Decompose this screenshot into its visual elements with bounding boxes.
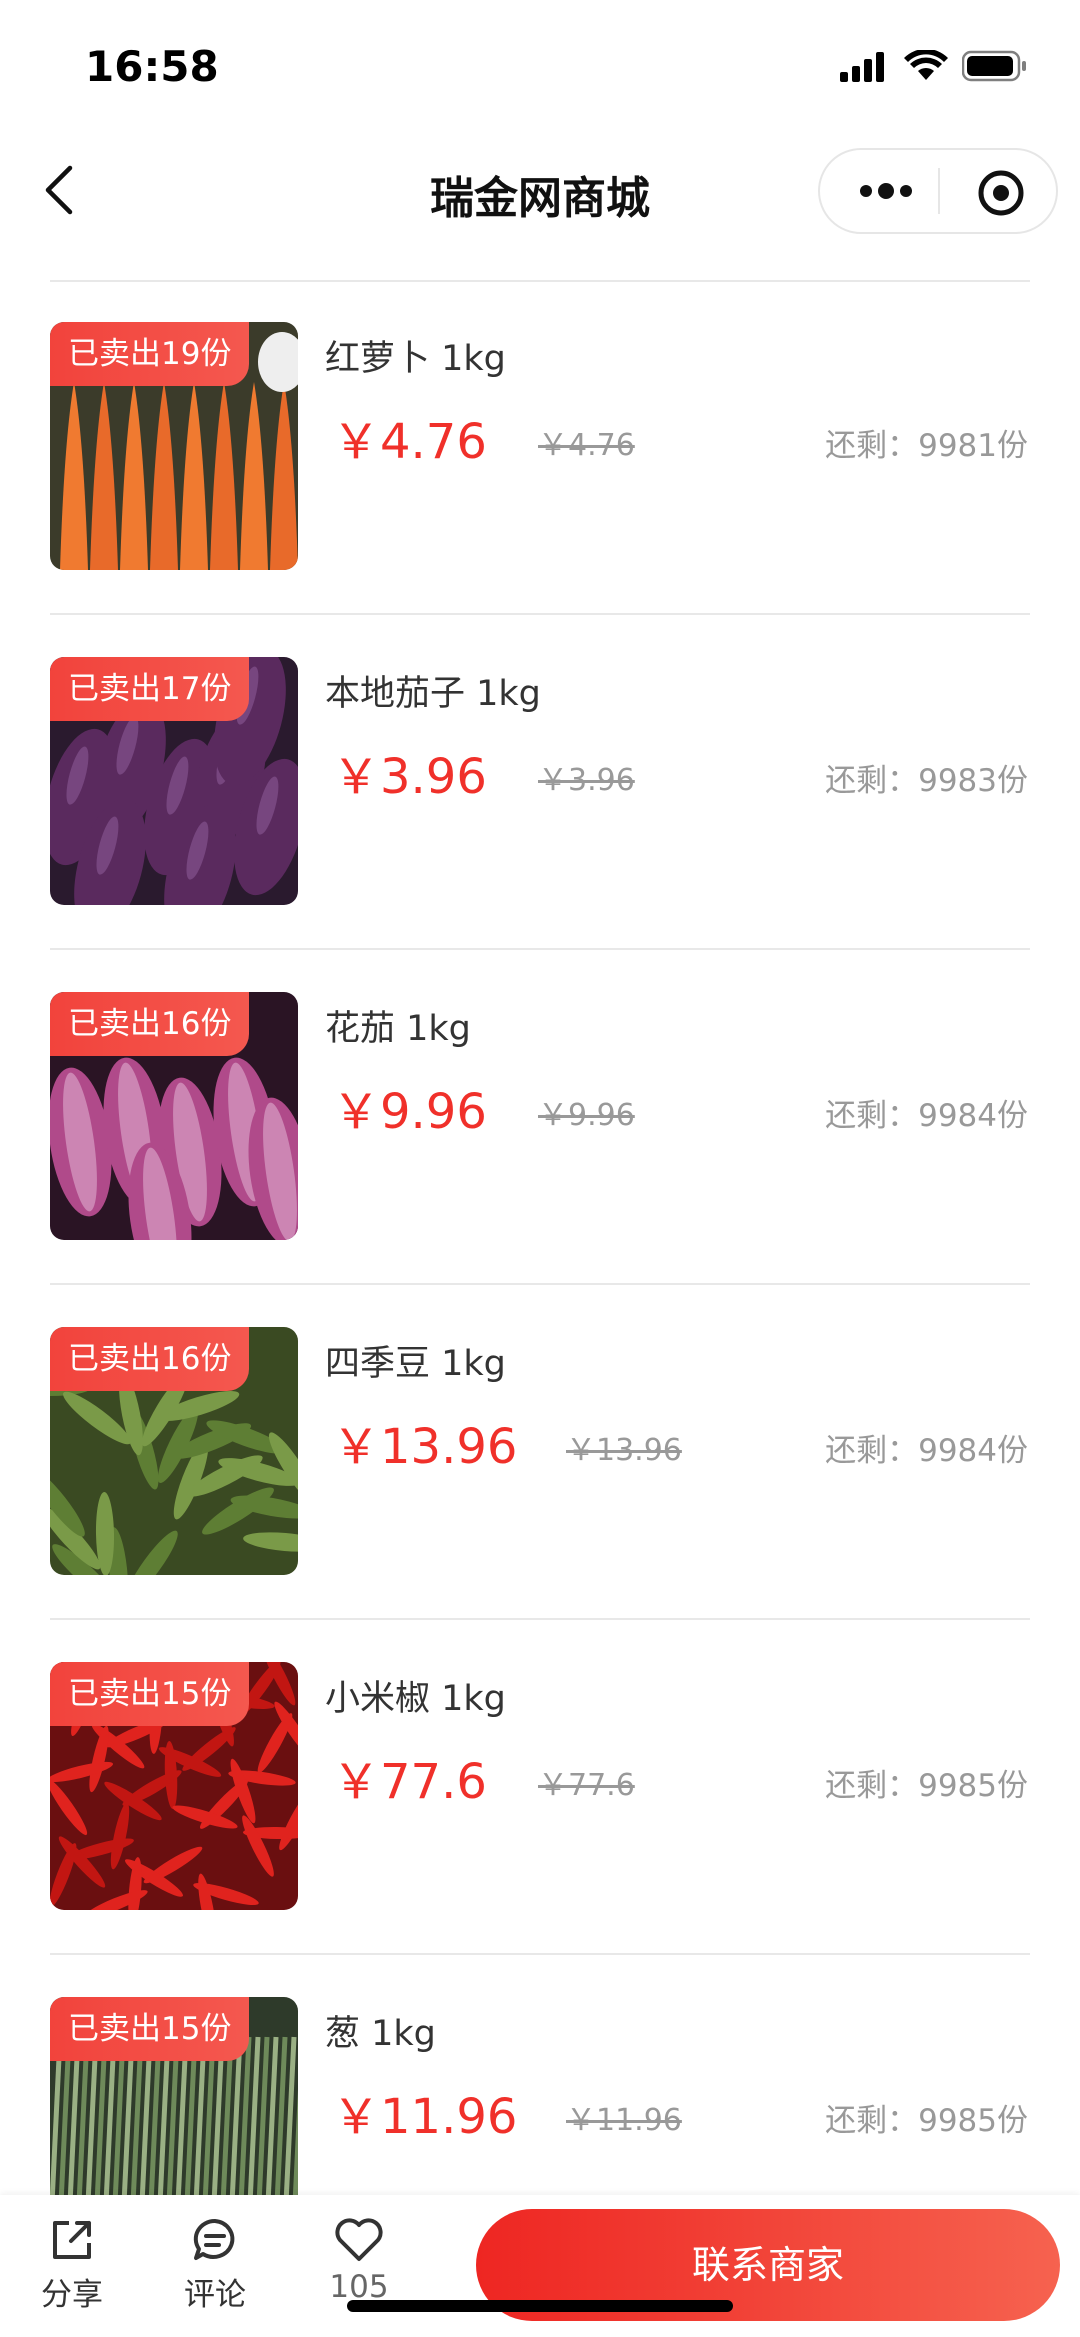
product-price: ￥13.96 (332, 1419, 518, 1475)
more-icon[interactable] (856, 176, 916, 206)
product-image[interactable]: 已卖出16份 (50, 1327, 298, 1575)
sold-badge: 已卖出16份 (50, 1327, 250, 1391)
original-price: ￥77.6 (538, 1768, 635, 1803)
product-image[interactable]: 已卖出19份 (50, 322, 298, 570)
sold-badge: 已卖出16份 (50, 992, 250, 1056)
stock-remaining: 还剩：9983份 (825, 763, 1028, 799)
product-name: 小米椒 1kg (325, 1679, 506, 1719)
share-icon (53, 2221, 91, 2259)
status-time: 16:58 (85, 42, 219, 91)
status-icons (840, 50, 1028, 82)
original-price: ￥4.76 (538, 428, 635, 463)
stock-remaining: 还剩：9985份 (825, 2103, 1028, 2139)
comment-button[interactable]: 评论 (165, 2215, 265, 2314)
stock-remaining: 还剩：9985份 (825, 1768, 1028, 1804)
original-price: ￥11.96 (566, 2103, 682, 2138)
product-row[interactable]: 已卖出16份 四季豆 1kg ￥13.96 ￥13.96 还剩：9984份 (50, 1285, 1030, 1620)
sold-badge: 已卖出17份 (50, 657, 250, 721)
share-button[interactable]: 分享 (22, 2215, 122, 2314)
original-price: ￥13.96 (566, 1433, 682, 1468)
product-row[interactable]: 已卖出19份 红萝卜 1kg ￥4.76 ￥4.76 还剩：9981份 (50, 280, 1030, 615)
share-label: 分享 (41, 2277, 103, 2313)
comment-label: 评论 (184, 2277, 246, 2313)
capsule-divider (938, 168, 940, 214)
like-button[interactable]: 105 (309, 2215, 409, 2305)
sold-badge: 已卖出15份 (50, 1997, 250, 2061)
original-price: ￥3.96 (538, 763, 635, 798)
battery-icon (962, 50, 1026, 82)
product-image[interactable]: 已卖出15份 (50, 1662, 298, 1910)
cellular-signal-icon (840, 52, 884, 82)
product-price: ￥9.96 (332, 1084, 487, 1140)
stock-remaining: 还剩：9984份 (825, 1433, 1028, 1469)
original-price: ￥9.96 (538, 1098, 635, 1133)
product-name: 四季豆 1kg (325, 1344, 506, 1384)
product-price: ￥11.96 (332, 2089, 518, 2145)
stock-remaining: 还剩：9981份 (825, 428, 1028, 464)
product-row[interactable]: 已卖出16份 花茄 1kg ￥9.96 ￥9.96 还剩：9984份 (50, 950, 1030, 1285)
product-name: 本地茄子 1kg (325, 674, 541, 714)
wifi-icon (904, 50, 948, 80)
close-miniprogram-icon[interactable] (976, 168, 1026, 218)
sold-badge: 已卖出19份 (50, 322, 250, 386)
product-price: ￥3.96 (332, 749, 487, 805)
comment-icon (193, 2218, 235, 2260)
product-price: ￥77.6 (332, 1754, 487, 1810)
product-image[interactable]: 已卖出17份 (50, 657, 298, 905)
product-row[interactable]: 已卖出15份 小米椒 1kg ￥77.6 ￥77.6 还剩：9985份 (50, 1620, 1030, 1955)
stock-remaining: 还剩：9984份 (825, 1098, 1028, 1134)
product-row[interactable]: 已卖出17份 本地茄子 1kg ￥3.96 ￥3.96 还剩：9983份 (50, 615, 1030, 950)
product-name: 花茄 1kg (325, 1009, 471, 1049)
status-bar: 16:58 (0, 0, 1080, 130)
product-name: 葱 1kg (325, 2014, 436, 2054)
mini-program-capsule (818, 148, 1058, 234)
nav-bar: 瑞金网商城 (0, 140, 1080, 240)
bottom-action-bar: 分享 评论 105 联系商家 (0, 2195, 1080, 2337)
product-name: 红萝卜 1kg (325, 339, 506, 379)
home-indicator (347, 2300, 733, 2312)
product-price: ￥4.76 (332, 414, 487, 470)
sold-badge: 已卖出15份 (50, 1662, 250, 1726)
product-image[interactable]: 已卖出16份 (50, 992, 298, 1240)
heart-icon (335, 2218, 383, 2261)
